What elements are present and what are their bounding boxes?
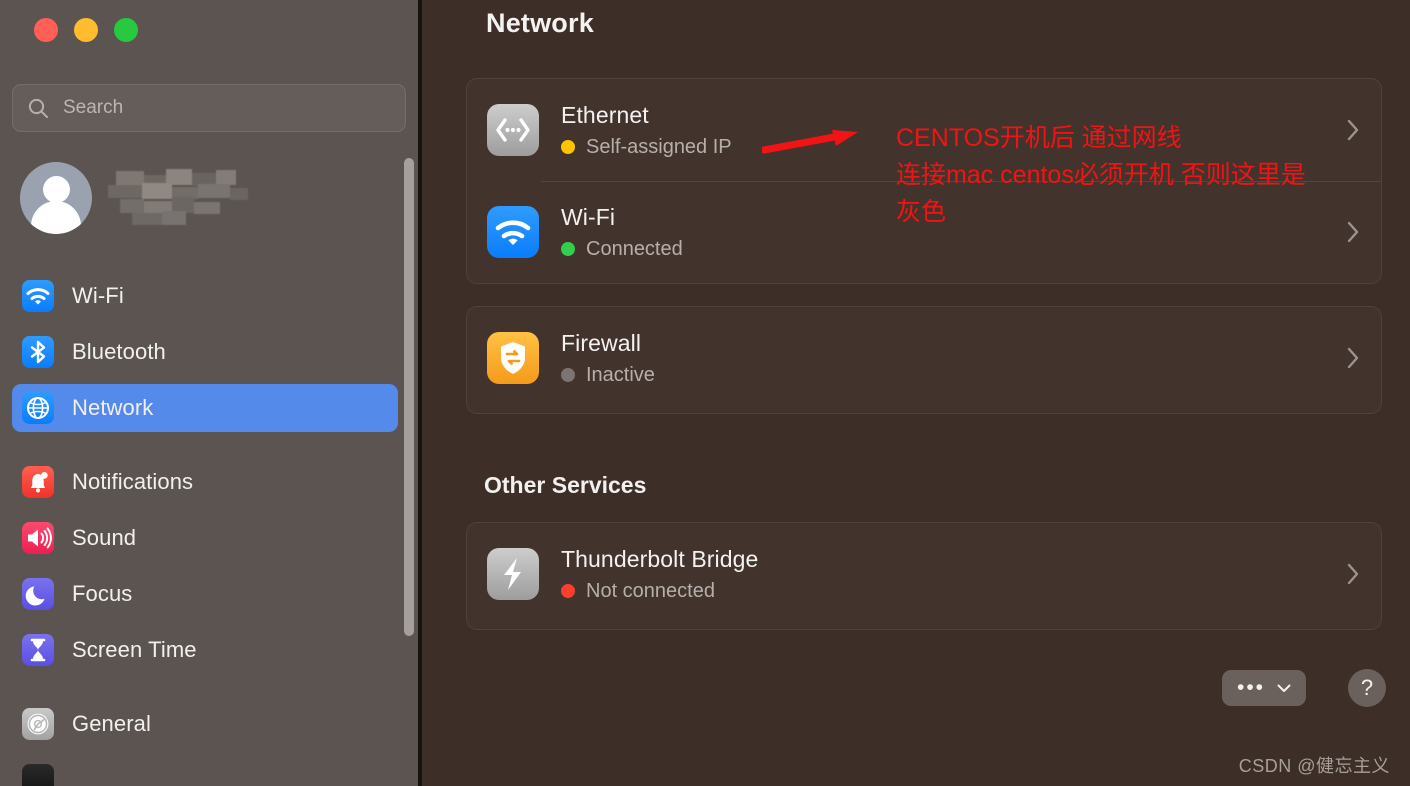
sidebar-item-partial-next[interactable] [12, 756, 398, 786]
globe-icon [22, 392, 54, 424]
more-options-button[interactable]: ••• [1222, 670, 1306, 706]
connections-card: Ethernet Self-assigned IP Wi-Fi Connecte… [466, 78, 1382, 284]
main-content: Network Ethernet Self-assigned IP Wi-Fi … [422, 0, 1410, 786]
sidebar-nav-list: Wi-Fi Bluetooth Network Notifications So… [0, 272, 410, 786]
moon-icon [22, 578, 54, 610]
status-label: Not connected [586, 579, 715, 602]
sidebar-item-general[interactable]: General [12, 700, 398, 748]
status-label: Inactive [586, 363, 655, 386]
bluetooth-icon [22, 336, 54, 368]
watermark: CSDN @健忘主义 [1238, 756, 1390, 776]
service-status: Connected [561, 238, 683, 261]
more-options-label: ••• [1236, 676, 1266, 699]
sidebar-scrollbar[interactable] [404, 158, 414, 636]
close-button[interactable] [34, 18, 58, 42]
service-name: Wi-Fi [561, 203, 616, 230]
firewall-card: Firewall Inactive [466, 306, 1382, 414]
sidebar-item-label: Sound [72, 525, 137, 550]
sidebar-item-focus[interactable]: Focus [12, 570, 398, 618]
account-name-redacted [108, 169, 268, 227]
wifi-icon [487, 206, 539, 258]
other-services-card: Thunderbolt Bridge Not connected [466, 522, 1382, 630]
sidebar-item-label: Network [72, 395, 154, 420]
bell-icon [22, 466, 54, 498]
sidebar-item-label: Bluetooth [72, 339, 166, 364]
chevron-down-icon [1277, 684, 1291, 692]
sidebar-item-network[interactable]: Network [12, 384, 398, 432]
minimize-button[interactable] [74, 18, 98, 42]
chevron-right-icon[interactable] [1347, 119, 1359, 141]
window-traffic-lights [34, 18, 138, 42]
page-title: Network [486, 8, 594, 38]
ethernet-icon [487, 104, 539, 156]
service-status: Inactive [561, 364, 655, 387]
service-row-ethernet[interactable]: Ethernet Self-assigned IP [467, 79, 1381, 181]
hourglass-icon [22, 634, 54, 666]
section-heading-other-services: Other Services [484, 472, 647, 498]
avatar [20, 162, 92, 234]
wifi-icon [22, 280, 54, 312]
sidebar-item-screen-time[interactable]: Screen Time [12, 626, 398, 674]
chevron-right-icon[interactable] [1347, 563, 1359, 585]
sidebar-item-label: General [72, 711, 151, 736]
help-button[interactable]: ? [1348, 669, 1386, 707]
sidebar-item-sound[interactable]: Sound [12, 514, 398, 562]
account-row[interactable] [20, 156, 380, 240]
service-row-wifi[interactable]: Wi-Fi Connected [467, 181, 1381, 283]
sidebar-item-label: Focus [72, 581, 133, 606]
status-dot [561, 242, 575, 256]
service-status: Self-assigned IP [561, 136, 732, 159]
sidebar-item-label: Wi-Fi [72, 283, 124, 308]
sidebar-item-label: Notifications [72, 469, 194, 494]
speaker-icon [22, 522, 54, 554]
search-input[interactable] [63, 97, 391, 119]
status-label: Connected [586, 237, 683, 260]
sidebar-item-notifications[interactable]: Notifications [12, 458, 398, 506]
system-settings-window: Wi-Fi Bluetooth [0, 0, 1410, 786]
help-button-label: ? [1360, 675, 1374, 700]
appearance-icon [22, 764, 54, 786]
sidebar-item-wifi[interactable]: Wi-Fi [12, 272, 398, 320]
maximize-button[interactable] [114, 18, 138, 42]
status-label: Self-assigned IP [586, 135, 732, 158]
service-name: Thunderbolt Bridge [561, 545, 759, 572]
service-name: Firewall [561, 329, 642, 356]
sidebar-item-bluetooth[interactable]: Bluetooth [12, 328, 398, 376]
service-row-firewall[interactable]: Firewall Inactive [467, 307, 1381, 409]
sidebar: Wi-Fi Bluetooth [0, 0, 422, 786]
status-dot [561, 368, 575, 382]
status-dot [561, 140, 575, 154]
gear-icon [22, 708, 54, 740]
thunderbolt-icon [487, 548, 539, 600]
search-field[interactable] [12, 84, 406, 132]
service-row-thunderbolt-bridge[interactable]: Thunderbolt Bridge Not connected [467, 523, 1381, 625]
chevron-right-icon[interactable] [1347, 347, 1359, 369]
firewall-shield-icon [487, 332, 539, 384]
search-icon [27, 97, 49, 119]
chevron-right-icon[interactable] [1347, 221, 1359, 243]
service-status: Not connected [561, 580, 758, 603]
status-dot [561, 584, 575, 598]
service-name: Ethernet [561, 101, 649, 128]
sidebar-item-label: Screen Time [72, 637, 197, 662]
